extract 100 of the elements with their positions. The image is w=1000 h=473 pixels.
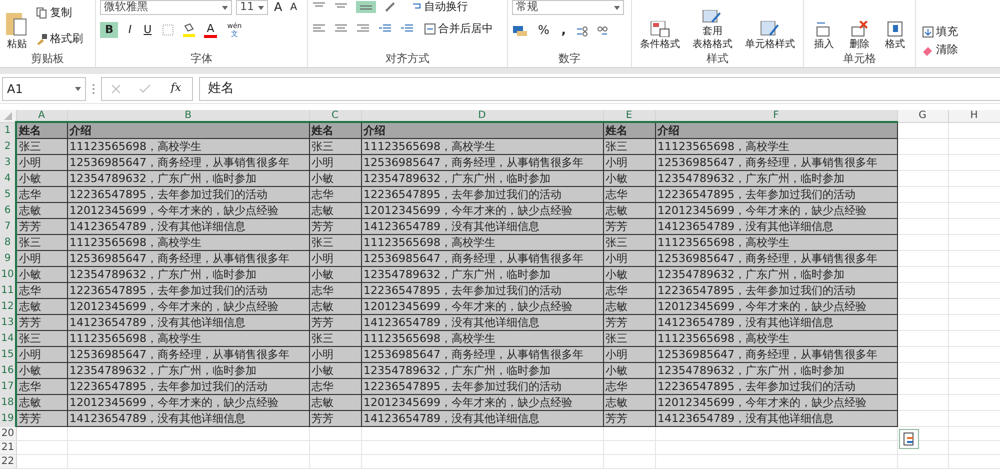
underline-button[interactable]: U	[142, 23, 154, 38]
clear-button[interactable]: 清除	[920, 42, 996, 57]
wrap-text-button[interactable]: 自动换行	[410, 0, 470, 14]
row-header[interactable]: 11	[0, 282, 16, 298]
column-header[interactable]: C	[309, 110, 361, 122]
table-cell: 14123654789，没有其他详细信息	[655, 218, 897, 234]
row-header[interactable]: 14	[0, 330, 16, 346]
row-header[interactable]: 15	[0, 346, 16, 362]
paste-options-button[interactable]	[899, 429, 919, 449]
grow-font-button[interactable]: A	[272, 0, 284, 16]
group-label: 剪贴板	[30, 52, 65, 67]
column-header[interactable]: B	[67, 110, 309, 122]
align-right-icon[interactable]	[356, 24, 370, 34]
align-middle-button[interactable]	[356, 1, 376, 14]
table-cell: 小敏	[309, 170, 361, 186]
row-header[interactable]: 13	[0, 314, 16, 330]
format-cells-icon	[886, 21, 904, 37]
table-cell: 芳芳	[309, 314, 361, 330]
insert-button[interactable]: 插入	[812, 0, 835, 52]
table-cell: 12236547895，去年参加过我们的活动	[67, 186, 309, 202]
paste-button[interactable]: 粘贴	[4, 0, 30, 52]
row-header[interactable]: 18	[0, 394, 16, 410]
row-header[interactable]: 17	[0, 378, 16, 394]
insert-function-button[interactable]: fx	[168, 81, 184, 96]
copy-icon	[36, 7, 48, 19]
column-header[interactable]: G	[897, 110, 948, 122]
table-cell: 小明	[309, 250, 361, 266]
column-header[interactable]: E	[603, 110, 655, 122]
row-header[interactable]: 8	[0, 234, 16, 250]
group-label: 数字	[558, 52, 582, 67]
clipboard-icon	[5, 13, 29, 37]
formula-field[interactable]: 姓名	[199, 76, 1000, 100]
paintbrush-icon	[36, 33, 48, 45]
cell-styles-button[interactable]: 单元格样式	[744, 0, 796, 52]
column-title: 介绍	[655, 122, 897, 138]
row-header[interactable]: 7	[0, 218, 16, 234]
font-size-field[interactable]: 11	[236, 0, 268, 15]
row-header[interactable]: 2	[0, 138, 16, 154]
row-header[interactable]: 1	[0, 122, 16, 138]
table-cell: 11123565698，高校学生	[655, 330, 897, 346]
fill-color-icon[interactable]	[182, 23, 196, 38]
table-cell: 12354789632，广东广州，临时参加	[361, 362, 603, 378]
merge-center-button[interactable]: 合并后居中	[422, 22, 495, 36]
format-as-table-button[interactable]: 套用 表格格式	[691, 0, 734, 52]
currency-icon[interactable]	[512, 24, 528, 37]
row-header[interactable]: 10	[0, 266, 16, 282]
border-icon[interactable]	[162, 24, 174, 36]
format-button[interactable]: 格式	[884, 0, 906, 52]
table-cell: 12536985647，商务经理，从事销售很多年	[655, 250, 897, 266]
table-cell: 11123565698，高校学生	[361, 138, 603, 154]
table-icon	[650, 21, 670, 37]
fill-button[interactable]: 填充	[920, 24, 996, 39]
comma-button[interactable]: ,	[559, 23, 568, 38]
fill-down-icon	[922, 26, 934, 38]
copy-button[interactable]: 复制	[34, 6, 85, 20]
table-cell: 12354789632，广东广州，临时参加	[361, 170, 603, 186]
font-name-field[interactable]: 微软雅黑	[100, 0, 232, 15]
font-color-button[interactable]: A	[204, 22, 218, 38]
delete-button[interactable]: 删除	[848, 0, 870, 52]
row-header[interactable]: 4	[0, 170, 16, 186]
table-cell: 12236547895，去年参加过我们的活动	[67, 282, 309, 298]
increase-decimal-icon[interactable]	[576, 24, 588, 37]
table-cell: 12536985647，商务经理，从事销售很多年	[361, 250, 603, 266]
format-painter-button[interactable]: 格式刷	[34, 32, 85, 46]
column-header[interactable]: D	[361, 110, 603, 122]
table-cell: 小明	[309, 154, 361, 170]
table-cell: 小敏	[309, 362, 361, 378]
check-icon[interactable]	[138, 84, 151, 94]
row-header[interactable]: 16	[0, 362, 16, 378]
column-header[interactable]: F	[655, 110, 897, 122]
cell-brush-icon	[760, 21, 780, 37]
table-cell: 12536985647，商务经理，从事销售很多年	[67, 154, 309, 170]
row-header[interactable]: 22	[0, 454, 16, 468]
number-format-field[interactable]: 常规	[512, 0, 624, 15]
row-header[interactable]: 21	[0, 440, 16, 454]
decrease-decimal-icon[interactable]	[596, 24, 608, 37]
align-left-icon[interactable]	[312, 24, 326, 34]
decrease-indent-icon[interactable]	[378, 24, 392, 34]
row-header[interactable]: 12	[0, 298, 16, 314]
percent-button[interactable]: %	[536, 23, 552, 38]
row-header[interactable]: 3	[0, 154, 16, 170]
row-header[interactable]: 6	[0, 202, 16, 218]
italic-button[interactable]: I	[126, 23, 134, 38]
row-header[interactable]: 20	[0, 426, 16, 440]
row-header[interactable]: 19	[0, 410, 16, 426]
row-header[interactable]: 9	[0, 250, 16, 266]
row-header[interactable]: 5	[0, 186, 16, 202]
table-cell: 小敏	[16, 266, 67, 282]
conditional-format-button[interactable]: 条件格式	[639, 0, 682, 52]
increase-indent-icon[interactable]	[400, 24, 414, 34]
table-cell: 志敏	[603, 394, 655, 410]
name-box[interactable]: A1	[2, 76, 86, 100]
column-header[interactable]: H	[948, 110, 1000, 122]
bold-button[interactable]: B	[100, 22, 118, 38]
table-cell: 14123654789，没有其他详细信息	[361, 410, 603, 426]
align-center-icon[interactable]	[334, 24, 348, 34]
column-header[interactable]: A	[16, 110, 67, 122]
shrink-font-button[interactable]: A	[288, 0, 300, 16]
table-cell: 12236547895，去年参加过我们的活动	[361, 378, 603, 394]
caret-icon	[258, 6, 264, 10]
